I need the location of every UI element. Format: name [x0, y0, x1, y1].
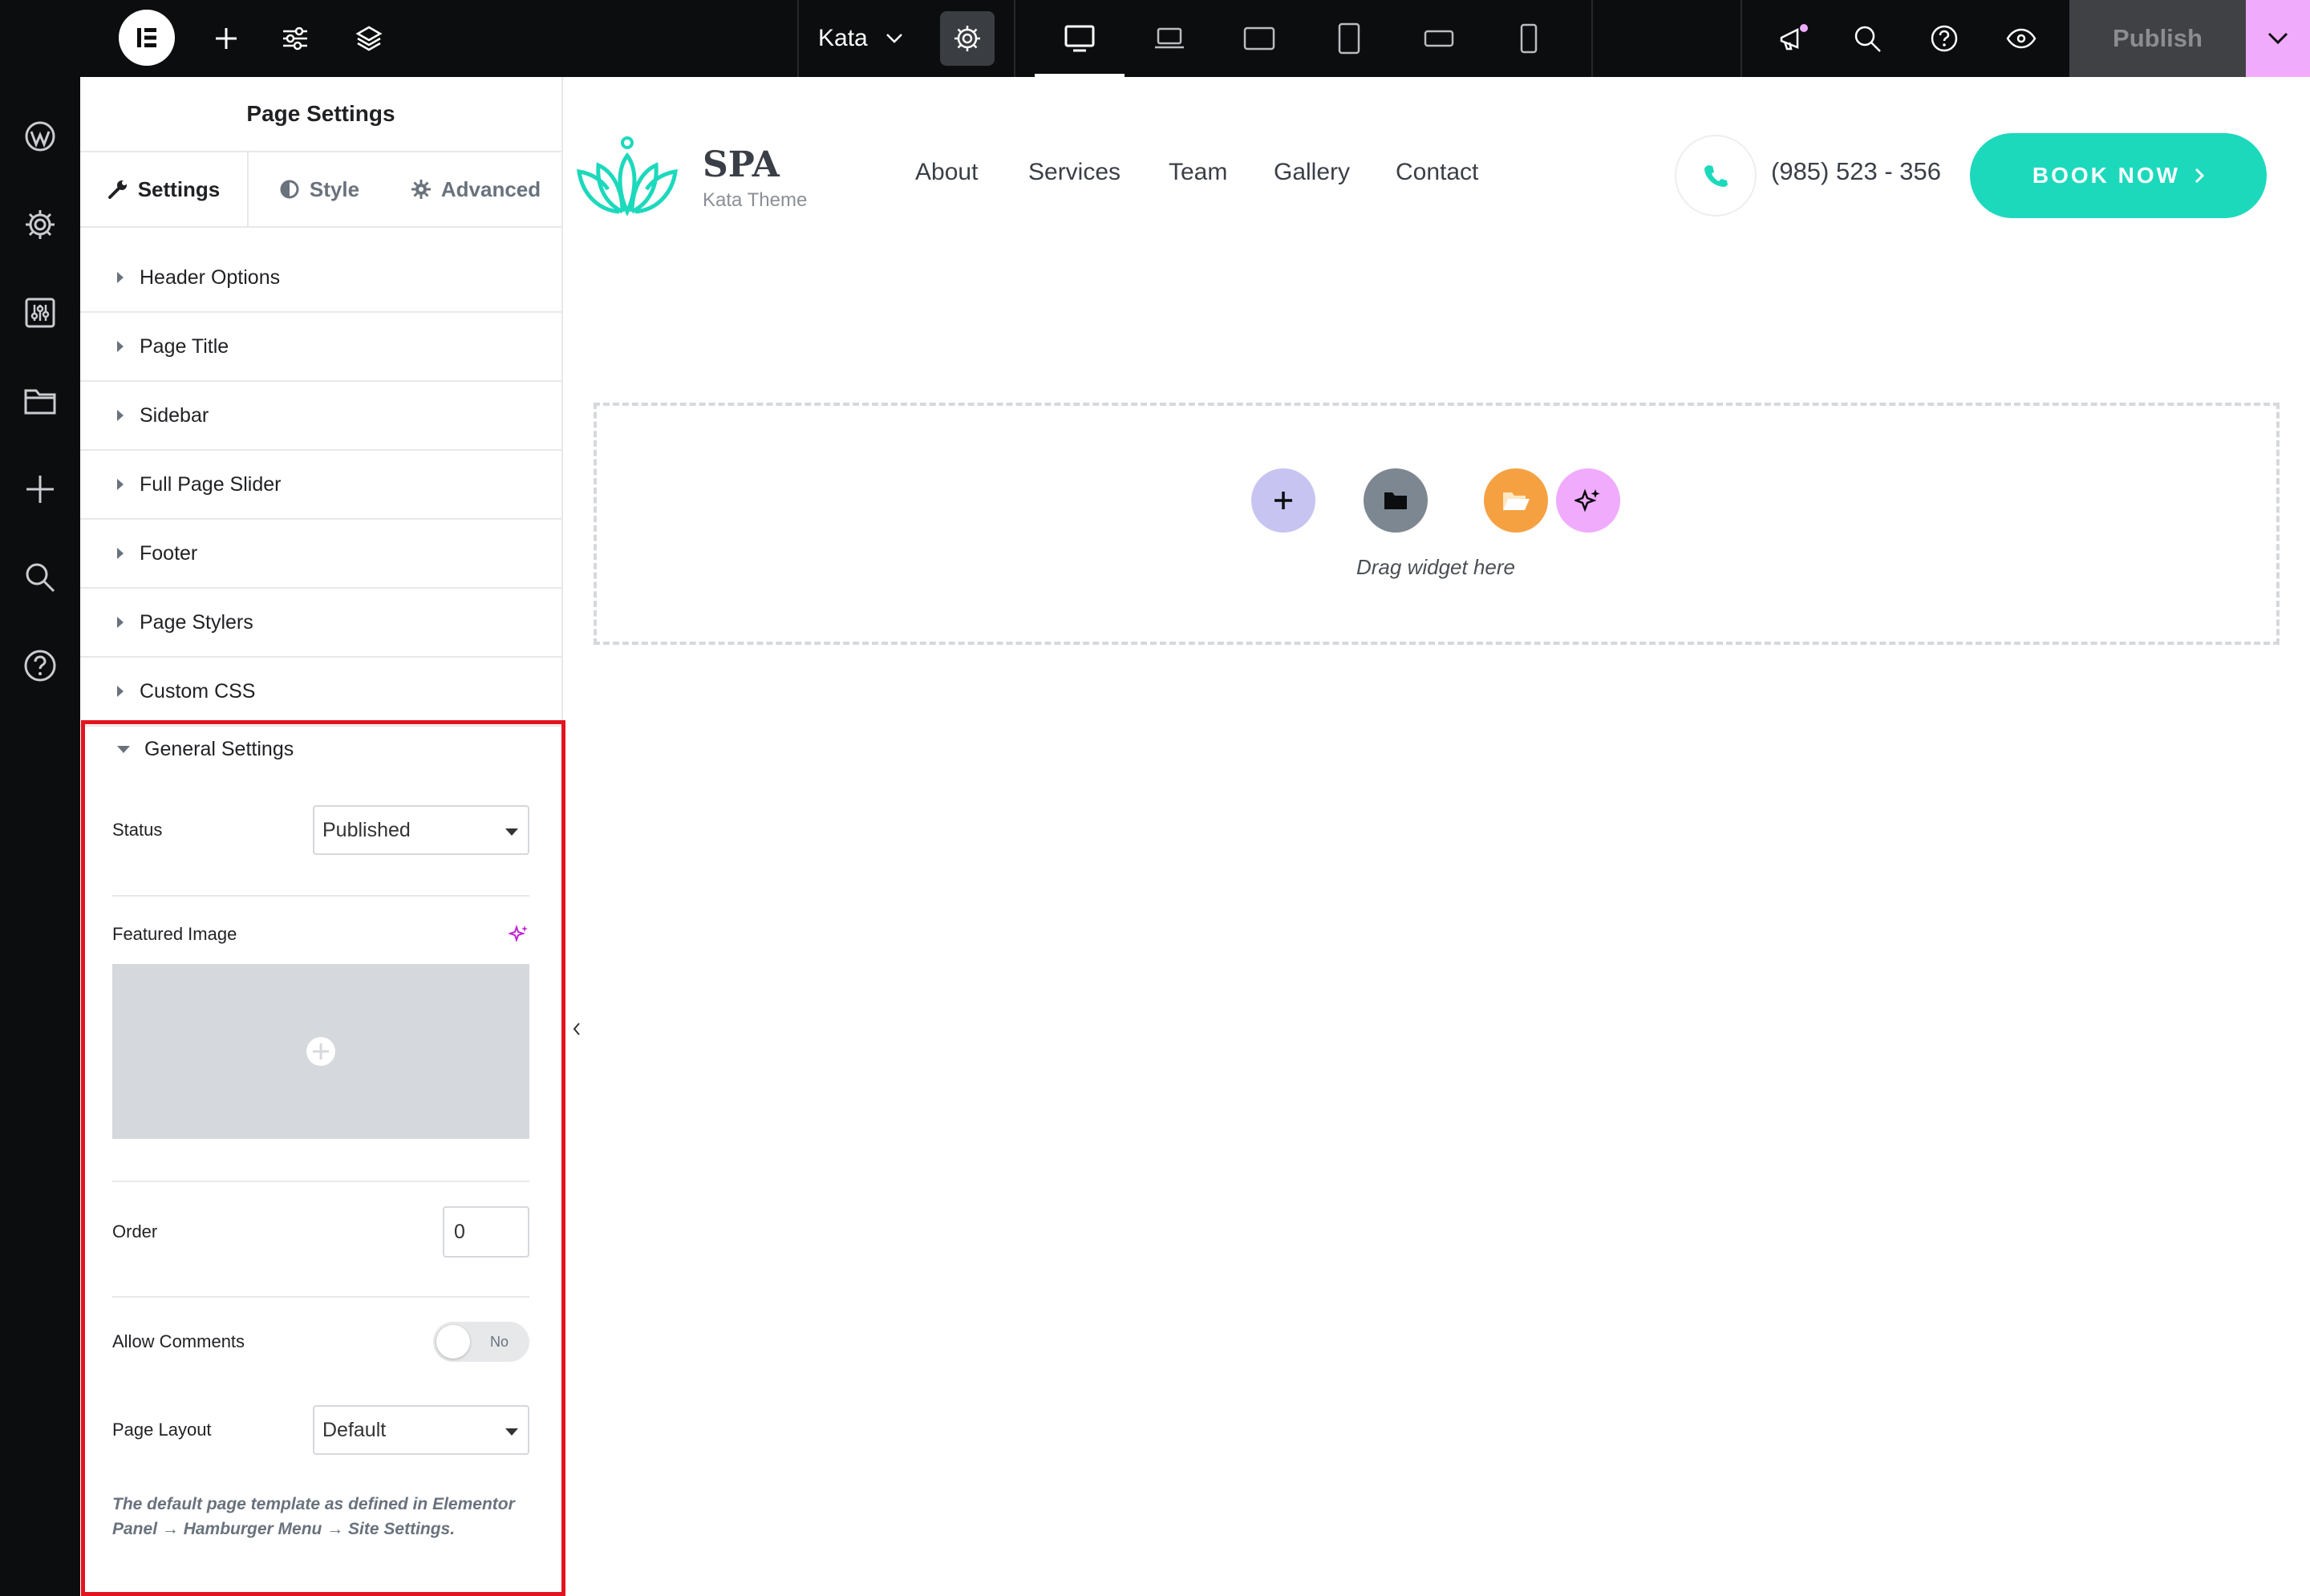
section-custom-css[interactable]: Custom CSS [80, 658, 561, 727]
chevron-down-icon [2267, 32, 2288, 45]
chevron-right-icon [2195, 168, 2205, 184]
site-logo-name: SPA [703, 144, 780, 185]
wrench-icon [107, 180, 127, 199]
nav-link-about[interactable]: About [915, 159, 978, 186]
drop-zone-hint: Drag widget here [1356, 555, 1515, 579]
panel-collapse-handle[interactable] [565, 993, 589, 1065]
phone-icon-circle[interactable] [1675, 135, 1757, 217]
publish-options-button[interactable] [2246, 0, 2310, 77]
plus-icon [1275, 492, 1292, 509]
section-label: Full Page Slider [140, 472, 282, 496]
general-settings-highlight-box [81, 720, 565, 1596]
elementor-logo-button[interactable] [119, 10, 175, 66]
nav-link-contact[interactable]: Contact [1396, 159, 1478, 186]
add-plus-icon[interactable] [204, 16, 249, 61]
caret-right-icon [117, 410, 124, 421]
caret-right-icon [117, 617, 124, 628]
site-settings-gear-icon[interactable] [16, 201, 64, 249]
help-icon[interactable] [16, 642, 64, 690]
chevron-down-icon [886, 34, 902, 43]
topbar-search-icon[interactable] [1843, 14, 1891, 63]
caret-right-icon [117, 548, 124, 559]
ai-sparkle-icon [1574, 488, 1600, 512]
chevron-left-icon [573, 1023, 580, 1035]
nav-link-team[interactable]: Team [1169, 159, 1227, 186]
style-controls-icon[interactable] [16, 289, 64, 337]
ai-generate-button[interactable] [1556, 468, 1620, 533]
caret-right-icon [117, 272, 124, 283]
phone-icon [1704, 165, 1728, 187]
section-label: Footer [140, 541, 198, 565]
settings-sliders-icon[interactable] [273, 16, 318, 61]
caret-right-icon [117, 479, 124, 490]
section-label: Header Options [140, 265, 281, 289]
section-label: Custom CSS [140, 679, 256, 703]
tab-advanced-label: Advanced [440, 176, 541, 201]
device-laptop-icon[interactable] [1145, 14, 1194, 63]
section-header-options[interactable]: Header Options [80, 244, 561, 313]
preview-eye-icon[interactable] [1997, 14, 2045, 63]
add-element-plus-icon[interactable] [16, 465, 64, 513]
section-label: Page Stylers [140, 610, 253, 634]
nav-link-gallery[interactable]: Gallery [1274, 159, 1350, 186]
wordpress-icon[interactable] [16, 112, 64, 160]
panel-tabs: Settings Style Advanced [80, 152, 561, 237]
cog-icon [411, 180, 431, 199]
layers-icon[interactable] [346, 16, 391, 61]
tab-advanced[interactable]: Advanced [390, 152, 561, 226]
publish-button[interactable]: Publish [2069, 0, 2246, 77]
phone-number: (985) 523 - 356 [1771, 157, 1941, 185]
site-logo-tagline: Kata Theme [703, 189, 808, 211]
kit-name-label: Kata [818, 25, 868, 51]
book-now-button[interactable]: BOOK NOW [1970, 133, 2267, 218]
tab-settings[interactable]: Settings [80, 152, 249, 237]
open-folder-icon [1503, 492, 1530, 510]
page-settings-gear-icon[interactable] [940, 11, 995, 66]
section-label: Page Title [140, 334, 229, 358]
caret-right-icon [117, 686, 124, 697]
search-icon[interactable] [16, 553, 64, 602]
section-full-page-slider[interactable]: Full Page Slider [80, 451, 561, 520]
tab-style[interactable]: Style [249, 152, 390, 226]
section-page-stylers[interactable]: Page Stylers [80, 589, 561, 658]
tab-settings-label: Settings [137, 176, 221, 201]
left-icon-rail [0, 0, 80, 1596]
nav-link-services[interactable]: Services [1028, 159, 1121, 186]
contrast-icon [280, 180, 299, 199]
widget-drop-zone[interactable] [594, 403, 2280, 645]
folder-icon [1384, 492, 1407, 509]
add-template-button[interactable] [1364, 468, 1428, 533]
device-tablet-portrait-icon[interactable] [1325, 14, 1373, 63]
device-desktop-icon[interactable] [1035, 14, 1125, 77]
device-mobile-portrait-icon[interactable] [1505, 14, 1553, 63]
tab-style-label: Style [309, 176, 360, 201]
editor-top-bar: Kata Publish [0, 0, 2310, 77]
book-now-label: BOOK NOW [2032, 163, 2181, 188]
caret-right-icon [117, 341, 124, 352]
panel-title: Page Settings [80, 77, 561, 152]
kit-selector[interactable]: Kata [818, 16, 903, 61]
add-section-button[interactable] [1251, 468, 1315, 533]
open-library-button[interactable] [1484, 468, 1548, 533]
spa-lotus-logo-icon[interactable] [574, 135, 680, 221]
folder-icon[interactable] [16, 377, 64, 425]
section-label: Sidebar [140, 403, 209, 427]
whats-new-megaphone-icon[interactable] [1769, 14, 1818, 63]
device-mobile-landscape-icon[interactable] [1415, 14, 1463, 63]
section-page-title[interactable]: Page Title [80, 313, 561, 382]
device-tablet-landscape-icon[interactable] [1235, 14, 1283, 63]
section-sidebar[interactable]: Sidebar [80, 382, 561, 451]
topbar-help-icon[interactable] [1920, 14, 1968, 63]
section-footer[interactable]: Footer [80, 520, 561, 589]
